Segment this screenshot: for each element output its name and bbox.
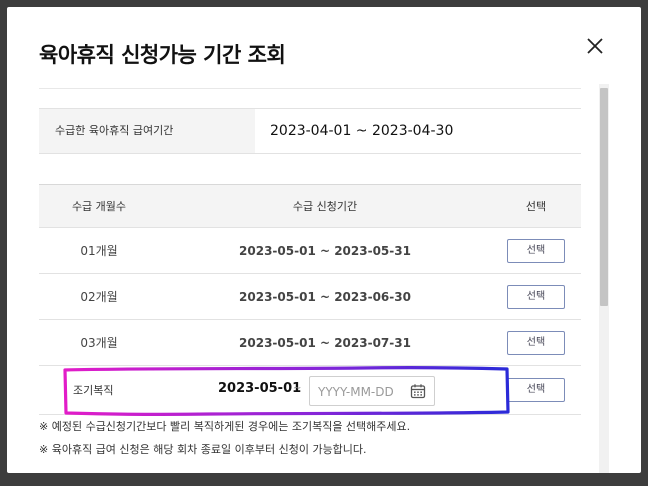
select-button-early-return[interactable]: 선택 — [507, 378, 565, 402]
months-cell: 02개월 — [39, 273, 159, 320]
scrollbar[interactable] — [599, 84, 609, 473]
early-return-row: 조기복직 2023-05-01 ~ YYYY-MM-DD 선택 — [39, 365, 581, 417]
table-row: 03개월 2023-05-01 ~ 2023-07-31 선택 — [39, 319, 581, 366]
end-date-field[interactable] — [309, 376, 435, 406]
months-cell: 03개월 — [39, 319, 159, 366]
early-return-label: 조기복직 — [73, 384, 114, 397]
period-cell: 2023-05-01 ~ 2023-06-30 — [159, 273, 491, 320]
notice-early-return: ※ 예정된 수급신청기간보다 빨리 복직하게된 경우에는 조기복직을 선택해주세… — [39, 420, 411, 433]
close-icon — [587, 38, 603, 54]
table-row: 01개월 2023-05-01 ~ 2023-05-31 선택 — [39, 227, 581, 274]
paid-period-box: 수급한 육아휴직 급여기간 2023-04-01 ~ 2023-04-30 — [39, 108, 581, 154]
application-period-table: 수급 개월수 수급 신청기간 선택 01개월 2023-05-01 ~ 2023… — [39, 184, 581, 417]
calendar-icon[interactable] — [410, 383, 426, 399]
notice-application-timing: ※ 육아휴직 급여 신청은 해당 회차 종료일 이후부터 신청이 가능합니다. — [39, 443, 367, 456]
table-header-row: 수급 개월수 수급 신청기간 선택 — [39, 184, 581, 228]
select-button-3[interactable]: 선택 — [507, 330, 565, 355]
select-button-2[interactable]: 선택 — [507, 284, 565, 309]
modal-title: 육아휴직 신청가능 기간 조회 — [39, 43, 286, 67]
divider — [39, 88, 581, 89]
period-lookup-modal: 육아휴직 신청가능 기간 조회 수급한 육아휴직 급여기간 2023-04-01… — [7, 7, 641, 473]
header-period: 수급 신청기간 — [159, 184, 491, 228]
paid-period-label: 수급한 육아휴직 급여기간 — [39, 109, 255, 153]
range-tilde: ~ — [293, 383, 302, 394]
header-select: 선택 — [491, 184, 581, 228]
period-cell: 2023-05-01 ~ 2023-07-31 — [159, 319, 491, 366]
table-row: 02개월 2023-05-01 ~ 2023-06-30 선택 — [39, 273, 581, 320]
paid-period-value: 2023-04-01 ~ 2023-04-30 — [270, 123, 454, 139]
header-months: 수급 개월수 — [39, 184, 159, 228]
period-cell: 2023-05-01 ~ 2023-05-31 — [159, 227, 491, 274]
end-date-input[interactable] — [316, 382, 408, 402]
early-return-start-date: 2023-05-01 — [218, 381, 302, 396]
months-cell: 01개월 — [39, 227, 159, 274]
select-button-1[interactable]: 선택 — [507, 238, 565, 263]
scrollbar-thumb[interactable] — [600, 88, 608, 306]
close-button[interactable] — [584, 35, 606, 57]
modal-body[interactable]: 수급한 육아휴직 급여기간 2023-04-01 ~ 2023-04-30 수급… — [7, 84, 607, 473]
